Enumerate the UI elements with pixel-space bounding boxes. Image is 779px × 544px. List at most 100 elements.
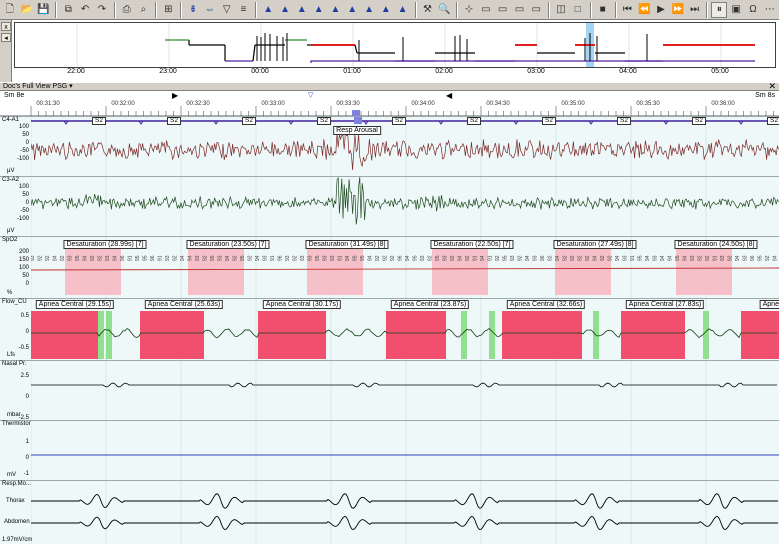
- stop-button[interactable]: ■: [595, 2, 611, 18]
- hypnogram-plot[interactable]: [14, 22, 776, 68]
- desaturation-event[interactable]: Desaturation (22.50s) [7]: [430, 240, 514, 249]
- new-button[interactable]: 🗋: [2, 2, 18, 18]
- measure-button[interactable]: ⊹: [461, 2, 477, 18]
- hypnogram-svg[interactable]: [15, 23, 775, 67]
- copy-button[interactable]: ⧉: [60, 2, 76, 18]
- zoom-button[interactable]: 🔍: [436, 2, 452, 18]
- headphones-button[interactable]: Ω: [745, 2, 761, 18]
- apnea-region: [140, 311, 204, 359]
- channel-c4-a1[interactable]: C4-A1 μV S2 S2 S2 S2 S2 S2 S2 S2 S2 S2 Resp Arousa…: [0, 116, 779, 177]
- montage-button[interactable]: ⊞: [160, 2, 176, 18]
- layout-2-button[interactable]: □: [570, 2, 586, 18]
- layout-1-button[interactable]: ◫: [553, 2, 569, 18]
- ruler-time-label: 00:32:00: [111, 101, 135, 107]
- open-folder-button[interactable]: 📂: [19, 2, 35, 18]
- tool-8-button[interactable]: ▲: [378, 2, 394, 18]
- tool-2-button[interactable]: ▲: [277, 2, 293, 18]
- play-marker-icon[interactable]: ▶: [172, 91, 178, 100]
- resp-effort-trace[interactable]: [31, 481, 779, 544]
- save-button[interactable]: 💾: [36, 2, 52, 18]
- channel-resp-effort[interactable]: Resp.Mo... Thorax Abdomen 1.97mV/cm: [0, 480, 779, 544]
- nasal-pressure-trace[interactable]: [31, 361, 779, 421]
- toolbar-separator: [589, 1, 592, 18]
- ruler-time-label: 00:33:30: [336, 101, 360, 107]
- fast-forward-button[interactable]: ⏩: [670, 2, 686, 18]
- resp-arousal-event[interactable]: Resp Arousal: [333, 126, 381, 135]
- tool-3-button[interactable]: ▲: [294, 2, 310, 18]
- print-button[interactable]: ⎙: [119, 2, 135, 18]
- spo2-value: 94: [255, 255, 261, 261]
- apnea-event[interactable]: Apnea Central (30.17s): [262, 300, 342, 309]
- prev-button[interactable]: ⏪: [636, 2, 652, 18]
- nasal-pressure-waveform: [31, 382, 777, 388]
- stage-tag-s2[interactable]: S2: [167, 117, 181, 125]
- apnea-event[interactable]: Apnea Central (25.63s): [144, 300, 224, 309]
- apnea-event[interactable]: Apnea Central (29.15s): [35, 300, 115, 309]
- spo2-value: 93: [300, 255, 306, 261]
- spo2-value: 92: [578, 255, 584, 261]
- undo-button[interactable]: ↶: [77, 2, 93, 18]
- apnea-event[interactable]: Apnea Central (23.87s): [390, 300, 470, 309]
- first-button[interactable]: ⏮: [620, 2, 636, 18]
- wrench-button[interactable]: ⚒: [420, 2, 436, 18]
- desaturation-event[interactable]: Desaturation (28.99s) [7]: [63, 240, 147, 249]
- video-button[interactable]: ▣: [728, 2, 744, 18]
- tool-4-button[interactable]: ▲: [311, 2, 327, 18]
- spo2-value: 92: [728, 255, 734, 261]
- hypnogram-collapse-button[interactable]: ◂: [1, 33, 11, 42]
- c4-a1-trace[interactable]: [31, 117, 779, 177]
- stage-tag-s2[interactable]: S2: [617, 117, 631, 125]
- desaturation-event[interactable]: Desaturation (31.49s) [8]: [305, 240, 389, 249]
- stage-tag-s2[interactable]: S2: [467, 117, 481, 125]
- pause-button[interactable]: ⏸: [711, 1, 728, 18]
- filter-button[interactable]: ▽: [219, 2, 235, 18]
- back-marker-icon[interactable]: ◀: [446, 91, 452, 100]
- stage-tag-s2[interactable]: S2: [392, 117, 406, 125]
- event-down-button[interactable]: ⇟: [185, 2, 201, 18]
- apnea-event[interactable]: Apnea Central (32.66s): [506, 300, 586, 309]
- stage-tag-s2[interactable]: S2: [317, 117, 331, 125]
- stage-tag-s2[interactable]: S2: [92, 117, 106, 125]
- volume-button[interactable]: ⋯: [762, 2, 778, 18]
- stage-tag-s2[interactable]: S2: [692, 117, 706, 125]
- play-button[interactable]: ▶: [653, 2, 669, 18]
- analysis-icon: ≡: [240, 3, 247, 15]
- tool-1-button[interactable]: ▲: [260, 2, 276, 18]
- position-marker-icon[interactable]: ▽: [308, 91, 313, 100]
- apnea-event[interactable]: Apnea Central (27.83s): [625, 300, 705, 309]
- window-4-button[interactable]: ▭: [528, 2, 544, 18]
- apnea-event[interactable]: Apnea Central: [759, 300, 779, 309]
- spo2-value: 93: [165, 255, 171, 261]
- tool-7-button[interactable]: ▲: [361, 2, 377, 18]
- redo-button[interactable]: ↷: [94, 2, 110, 18]
- hypnogram-close-button[interactable]: x: [1, 22, 11, 31]
- hypnogram-panel[interactable]: x ◂ 22:00 23:00 00:00 01:00 02:00 03:00 04:00 0…: [0, 20, 779, 82]
- spo2-value: 94: [405, 255, 411, 261]
- c3-a2-trace[interactable]: [31, 177, 779, 237]
- find-button[interactable]: ⌕: [136, 2, 152, 18]
- view-title-dropdown[interactable]: Doc's Full View PSG ▾: [3, 83, 73, 91]
- channel-thermistor[interactable]: Thermistor mV 1 0 -1: [0, 420, 779, 481]
- view-close-button[interactable]: ✕: [768, 82, 776, 91]
- channel-c3-a2[interactable]: C3-A2 μV 100 50 0 -50 -100: [0, 176, 779, 237]
- stage-tag-s2[interactable]: S2: [542, 117, 556, 125]
- tool-5-button[interactable]: ▲: [328, 2, 344, 18]
- desaturation-event[interactable]: Desaturation (27.49s) [8]: [553, 240, 637, 249]
- stage-tag-s2[interactable]: S2: [767, 117, 779, 125]
- tool-9-button[interactable]: ▲: [395, 2, 411, 18]
- channel-nasal-pressure[interactable]: Nasal Pr. mbar 2.5 0 -2.5: [0, 360, 779, 421]
- channel-spo2[interactable]: SpO2 % 93 92 92 94 92 93 95 94 92 92 93 94 96 91 95 95 9…: [0, 236, 779, 299]
- stage-tag-s2[interactable]: S2: [242, 117, 256, 125]
- window-2-button[interactable]: ▭: [495, 2, 511, 18]
- arrows-button[interactable]: ⇔: [202, 2, 218, 18]
- desaturation-event[interactable]: Desaturation (24.50s) [8]: [674, 240, 758, 249]
- window-3-button[interactable]: ▭: [512, 2, 528, 18]
- desaturation-event[interactable]: Desaturation (23.50s) [7]: [186, 240, 270, 249]
- analysis-button[interactable]: ≡: [236, 2, 252, 18]
- next-button[interactable]: ⏭: [687, 2, 703, 18]
- tool-6-button[interactable]: ▲: [344, 2, 360, 18]
- headphones-icon: Ω: [749, 3, 757, 15]
- window-1-button[interactable]: ▭: [478, 2, 494, 18]
- thermistor-trace[interactable]: [31, 421, 779, 481]
- channel-flow[interactable]: Flow_CU Lfs Apnea Central (29.15s) Apnea …: [0, 298, 779, 361]
